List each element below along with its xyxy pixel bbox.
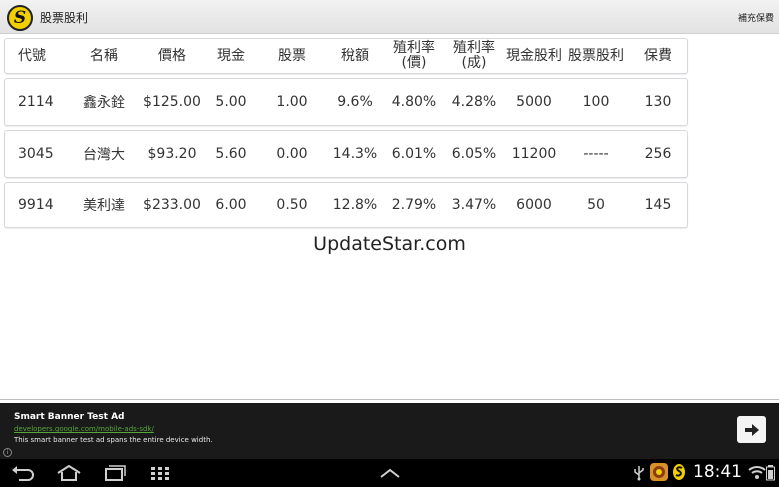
header-name: 名稱 xyxy=(90,47,118,64)
ad-url-link[interactable]: developers.google.com/mobile-ads-sdk/ xyxy=(14,425,154,433)
apps-button[interactable] xyxy=(149,464,171,482)
table-row[interactable]: 2114 鑫永銓 $125.00 5.00 1.00 9.6% 4.80% 4.… xyxy=(4,78,688,126)
stock-price: $93.20 xyxy=(147,146,197,162)
wifi-icon xyxy=(748,466,766,479)
recent-apps-icon xyxy=(105,465,126,481)
home-button[interactable] xyxy=(55,464,83,482)
stock-price: $233.00 xyxy=(143,197,201,213)
battery-icon xyxy=(766,465,775,481)
header-stock: 股票 xyxy=(278,47,306,64)
header-code: 代號 xyxy=(18,47,46,64)
ad-title: Smart Banner Test Ad xyxy=(14,412,125,422)
cash-dividend: 11200 xyxy=(511,146,557,162)
header-premium: 保費 xyxy=(644,47,672,64)
ad-description: This smart banner test ad spans the enti… xyxy=(14,436,213,444)
action-bar: S 股票股利 補充保費 xyxy=(0,0,779,34)
yield-cost: 3.47% xyxy=(451,197,497,213)
tax-rate: 9.6% xyxy=(337,94,373,110)
tax-rate: 14.3% xyxy=(332,146,378,162)
yield-price: 4.80% xyxy=(391,94,437,110)
stock-value: 0.00 xyxy=(276,146,308,162)
stock-dividend: 100 xyxy=(582,94,610,110)
stock-dividend: ----- xyxy=(583,146,609,162)
table-header-row: 代號 名稱 價格 現金 股票 稅額 殖利率 (價) 殖利率 (成) 現金股利 股票股… xyxy=(4,38,688,74)
stock-name: 台灣大 xyxy=(83,147,125,163)
header-yield-cost: 殖利率 (成) xyxy=(453,40,495,71)
cash-dividend: 6000 xyxy=(516,197,552,213)
system-bar: 18:41 xyxy=(0,459,779,487)
stock-price: $125.00 xyxy=(143,94,201,110)
home-icon xyxy=(57,465,81,481)
cash-value: 5.00 xyxy=(215,94,247,110)
header-price: 價格 xyxy=(158,47,186,64)
back-icon xyxy=(12,466,34,481)
cash-value: 5.60 xyxy=(215,146,247,162)
recent-apps-button[interactable] xyxy=(103,464,127,482)
back-button[interactable] xyxy=(10,464,36,482)
header-tax: 稅額 xyxy=(341,47,369,64)
stock-value: 1.00 xyxy=(276,94,308,110)
stock-code: 2114 xyxy=(18,94,54,110)
ad-open-button[interactable] xyxy=(737,416,766,443)
stock-name: 鑫永銓 xyxy=(83,95,125,111)
premium: 145 xyxy=(644,197,672,213)
supplementary-premium-button[interactable]: 補充保費 xyxy=(738,11,774,24)
cash-value: 6.00 xyxy=(215,197,247,213)
app-title: 股票股利 xyxy=(40,11,89,25)
stock-code: 3045 xyxy=(18,146,54,162)
app-logo-icon[interactable]: S xyxy=(7,5,33,31)
stock-dividend: 50 xyxy=(587,197,605,213)
yield-price: 2.79% xyxy=(391,197,437,213)
usb-icon xyxy=(634,466,644,481)
yield-cost: 6.05% xyxy=(451,146,497,162)
stock-app-icon[interactable] xyxy=(672,463,686,481)
table-row[interactable]: 3045 台灣大 $93.20 5.60 0.00 14.3% 6.01% 6.… xyxy=(4,130,688,178)
watermark-text: UpdateStar.com xyxy=(313,233,466,255)
tax-rate: 12.8% xyxy=(332,197,378,213)
yield-cost: 4.28% xyxy=(451,94,497,110)
chevron-up-icon xyxy=(380,468,400,478)
ad-info-icon[interactable]: i xyxy=(3,448,12,457)
premium: 256 xyxy=(644,146,672,162)
ad-divider xyxy=(0,399,779,400)
header-cash: 現金 xyxy=(217,47,245,64)
arrow-right-icon xyxy=(744,423,759,436)
stock-code: 9914 xyxy=(18,197,54,213)
apps-grid-icon xyxy=(151,467,169,480)
stock-value: 0.50 xyxy=(276,197,308,213)
premium: 130 xyxy=(644,94,672,110)
ad-banner[interactable]: Smart Banner Test Ad developers.google.c… xyxy=(0,403,779,459)
cash-dividend: 5000 xyxy=(516,94,552,110)
table-row[interactable]: 9914 美利達 $233.00 6.00 0.50 12.8% 2.79% 3… xyxy=(4,182,688,228)
notification-app-icon[interactable] xyxy=(649,462,669,482)
header-yield-price: 殖利率 (價) xyxy=(393,40,435,71)
header-stock-dividend: 股票股利 xyxy=(568,47,624,64)
header-cash-dividend: 現金股利 xyxy=(506,47,562,64)
menu-up-button[interactable] xyxy=(378,464,402,482)
yield-price: 6.01% xyxy=(391,146,437,162)
stock-name: 美利達 xyxy=(83,198,125,214)
clock[interactable]: 18:41 xyxy=(693,462,742,482)
